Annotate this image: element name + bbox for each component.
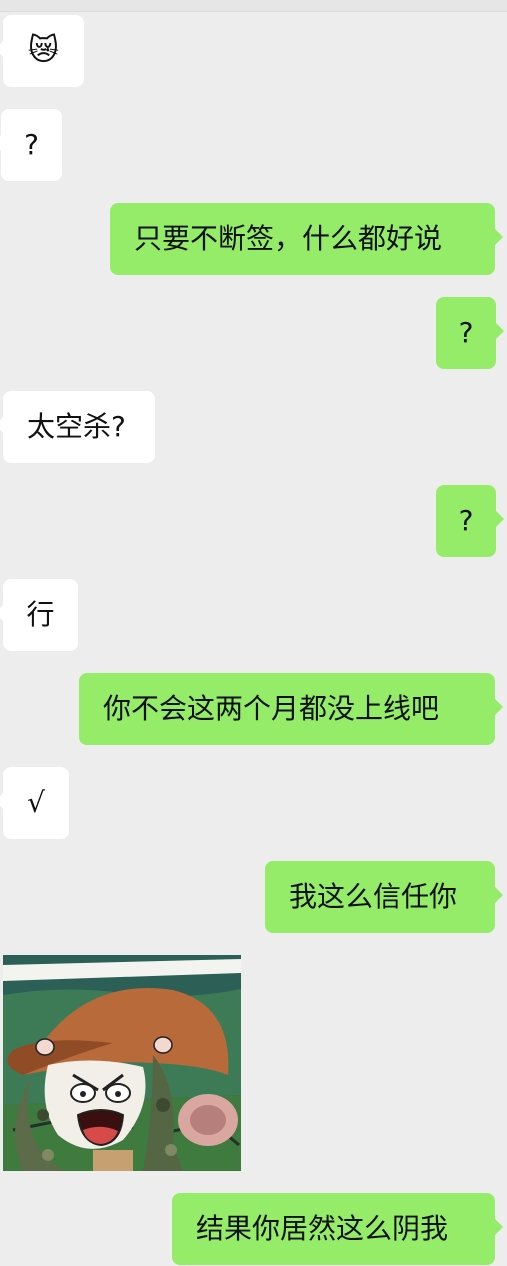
message-text: 行: [26, 598, 55, 631]
message-text: 结果你居然这么阴我: [196, 1212, 449, 1245]
message-bubble-outgoing[interactable]: ?: [436, 485, 504, 557]
message-text: √: [27, 786, 45, 819]
message-bubble-outgoing[interactable]: 你不会这两个月都没上线吧: [79, 673, 503, 745]
message-bubble-incoming[interactable]: √: [0, 767, 69, 839]
message-text: ?: [24, 128, 39, 161]
message-text: ?: [458, 316, 474, 349]
message-text: 太空杀?: [27, 410, 126, 443]
message-text: ?: [458, 504, 474, 537]
message-bubble-outgoing[interactable]: 我这么信任你: [265, 861, 503, 933]
message-bubble-outgoing[interactable]: 只要不断签，什么都好说: [110, 203, 503, 275]
sticker-image[interactable]: [3, 955, 241, 1171]
message-text: 我这么信任你: [289, 880, 458, 913]
message-bubble-outgoing[interactable]: ?: [436, 297, 504, 369]
message-bubble-outgoing[interactable]: 结果你居然这么阴我: [172, 1193, 503, 1265]
message-bubble-incoming[interactable]: ?: [0, 109, 62, 181]
message-text: 只要不断签，什么都好说: [134, 222, 443, 255]
message-bubble-incoming[interactable]: 😿: [0, 15, 84, 87]
screaming-mouse-sticker-icon: [3, 955, 241, 1171]
crying-cat-emoji: 😿: [27, 33, 60, 68]
message-bubble-incoming[interactable]: 行: [0, 579, 78, 651]
message-bubble-incoming[interactable]: 太空杀?: [0, 391, 155, 463]
top-divider: [0, 0, 507, 12]
message-text: 你不会这两个月都没上线吧: [103, 692, 440, 725]
